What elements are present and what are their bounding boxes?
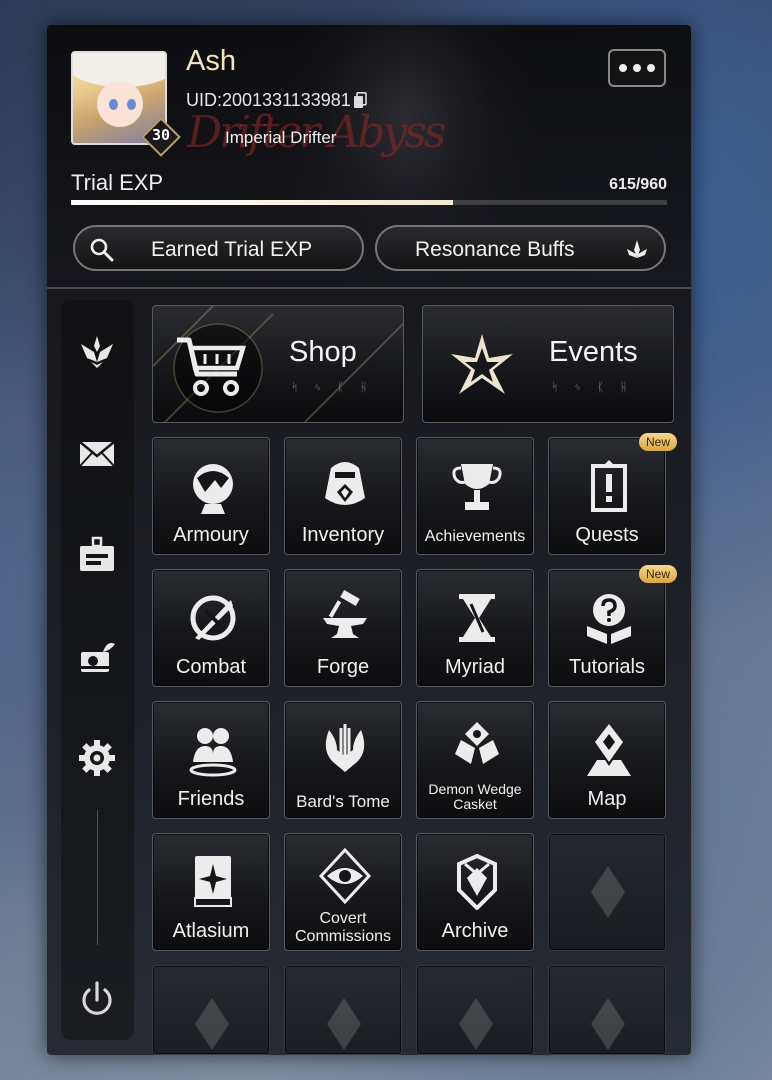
map-label: Map [587,788,627,810]
bards-tome-button[interactable]: Bard's Tome [284,701,402,819]
atlas-book-icon [194,856,232,907]
covert-commissions-label: Covert Commissions [285,910,401,946]
mail-icon[interactable] [77,434,117,474]
trial-exp-fill [71,200,453,205]
empty-slot [548,965,666,1055]
player-name: Ash [186,45,236,77]
header-divider [47,287,691,289]
earned-trial-exp-button[interactable]: Earned Trial EXP [73,225,364,271]
map-pin-icon [587,724,631,776]
sidebar [61,300,134,1040]
events-star-icon [451,334,513,394]
trial-exp-value: 615/960 [609,176,667,193]
id-card-icon[interactable] [77,535,117,575]
shopping-cart-icon [177,337,247,396]
archive-button[interactable]: Archive [416,833,534,951]
quests-button[interactable]: Quests New [548,433,677,555]
anvil-hammer-icon [323,590,367,638]
demon-wedge-casket-button[interactable]: Demon Wedge Casket [416,701,534,819]
placeholder-icon [591,998,625,1050]
events-runes: ᛋ ᛃ ᛕ ᚺ [551,380,634,394]
more-dot-icon [647,64,655,72]
inventory-label: Inventory [301,524,385,546]
atlasium-button[interactable]: Atlasium [152,833,270,951]
tutorials-button[interactable]: Tutorials New [548,565,677,687]
eye-emblem-icon [319,848,371,904]
combat-button[interactable]: Combat [152,569,270,687]
backpack-icon [325,462,365,505]
combat-label: Combat [175,656,247,678]
tutorials-label: Tutorials [569,656,645,678]
game-menu-panel: 30 Ash UID:2001331133981 Drifter Abyss I… [47,25,691,1055]
events-button[interactable]: Events ᛋ ᛃ ᛕ ᚺ [422,305,674,423]
placeholder-icon [327,998,361,1050]
achievements-label: Achievements [424,528,526,545]
achievements-button[interactable]: Achievements [416,437,534,555]
myriad-label: Myriad [444,656,505,678]
placeholder-icon [459,998,493,1050]
quest-scroll-icon [591,460,627,512]
empty-slot [152,965,270,1055]
demon-wedge-casket-label-line1: Demon Wedge [428,781,522,797]
shop-runes: ᛋ ᛃ ᛕ ᚺ [291,380,374,394]
myriad-button[interactable]: Myriad [416,569,534,687]
forge-label: Forge [316,656,370,678]
placeholder-icon [195,998,229,1050]
atlasium-label: Atlasium [172,920,250,942]
empty-slot [548,833,666,951]
empty-slot [284,965,402,1055]
player-title[interactable]: Imperial Drifter [225,128,336,148]
covert-commissions-label-line1: Covert [319,910,367,927]
inventory-button[interactable]: Inventory [284,437,402,555]
trophy-icon [452,464,502,510]
crossed-swords-icon [190,595,236,641]
emblem-icon[interactable] [77,332,117,372]
earned-trial-exp-label: Earned Trial EXP [151,238,313,261]
power-icon[interactable] [77,980,117,1020]
wedge-casket-icon [455,722,499,764]
empty-slot [416,965,534,1055]
new-badge: New [639,433,677,451]
demon-wedge-casket-label: Demon Wedge Casket [417,782,533,812]
character-head-icon [193,464,233,514]
covert-commissions-label-line2: Commissions [294,928,391,945]
resonance-buffs-button[interactable]: Resonance Buffs [375,225,666,271]
archive-crest-icon [457,854,497,910]
search-icon [90,238,114,262]
more-dot-icon [633,64,641,72]
lotus-icon [627,240,647,258]
camera-icon[interactable] [77,638,117,678]
shop-label: Shop [289,336,357,368]
trial-exp-label: Trial EXP [71,170,164,195]
trial-exp-bar [71,200,667,205]
lyre-icon [325,724,365,772]
more-options-button[interactable] [608,49,666,87]
forge-button[interactable]: Forge [284,569,402,687]
demon-wedge-casket-label-line2: Casket [453,796,497,812]
quests-label: Quests [575,524,639,546]
events-label: Events [549,336,638,368]
friends-label: Friends [177,788,245,810]
level-badge: 30 [151,126,171,144]
archive-label: Archive [441,920,509,942]
new-badge: New [639,565,677,583]
question-book-icon [587,594,631,644]
friends-button[interactable]: Friends [152,701,270,819]
shop-button[interactable]: Shop ᛋ ᛃ ᛕ ᚺ [152,305,404,423]
sidebar-divider-line [97,810,98,945]
covert-commissions-button[interactable]: Covert Commissions [284,833,402,951]
more-dot-icon [619,64,627,72]
resonance-buffs-label: Resonance Buffs [415,238,575,261]
bards-tome-label: Bard's Tome [296,792,390,811]
gear-icon[interactable] [77,738,117,778]
hourglass-icon [459,594,495,642]
armoury-button[interactable]: Armoury [152,437,270,555]
map-button[interactable]: Map [548,701,666,819]
armoury-label: Armoury [173,524,249,546]
placeholder-icon [591,866,625,918]
friends-icon [189,728,237,777]
